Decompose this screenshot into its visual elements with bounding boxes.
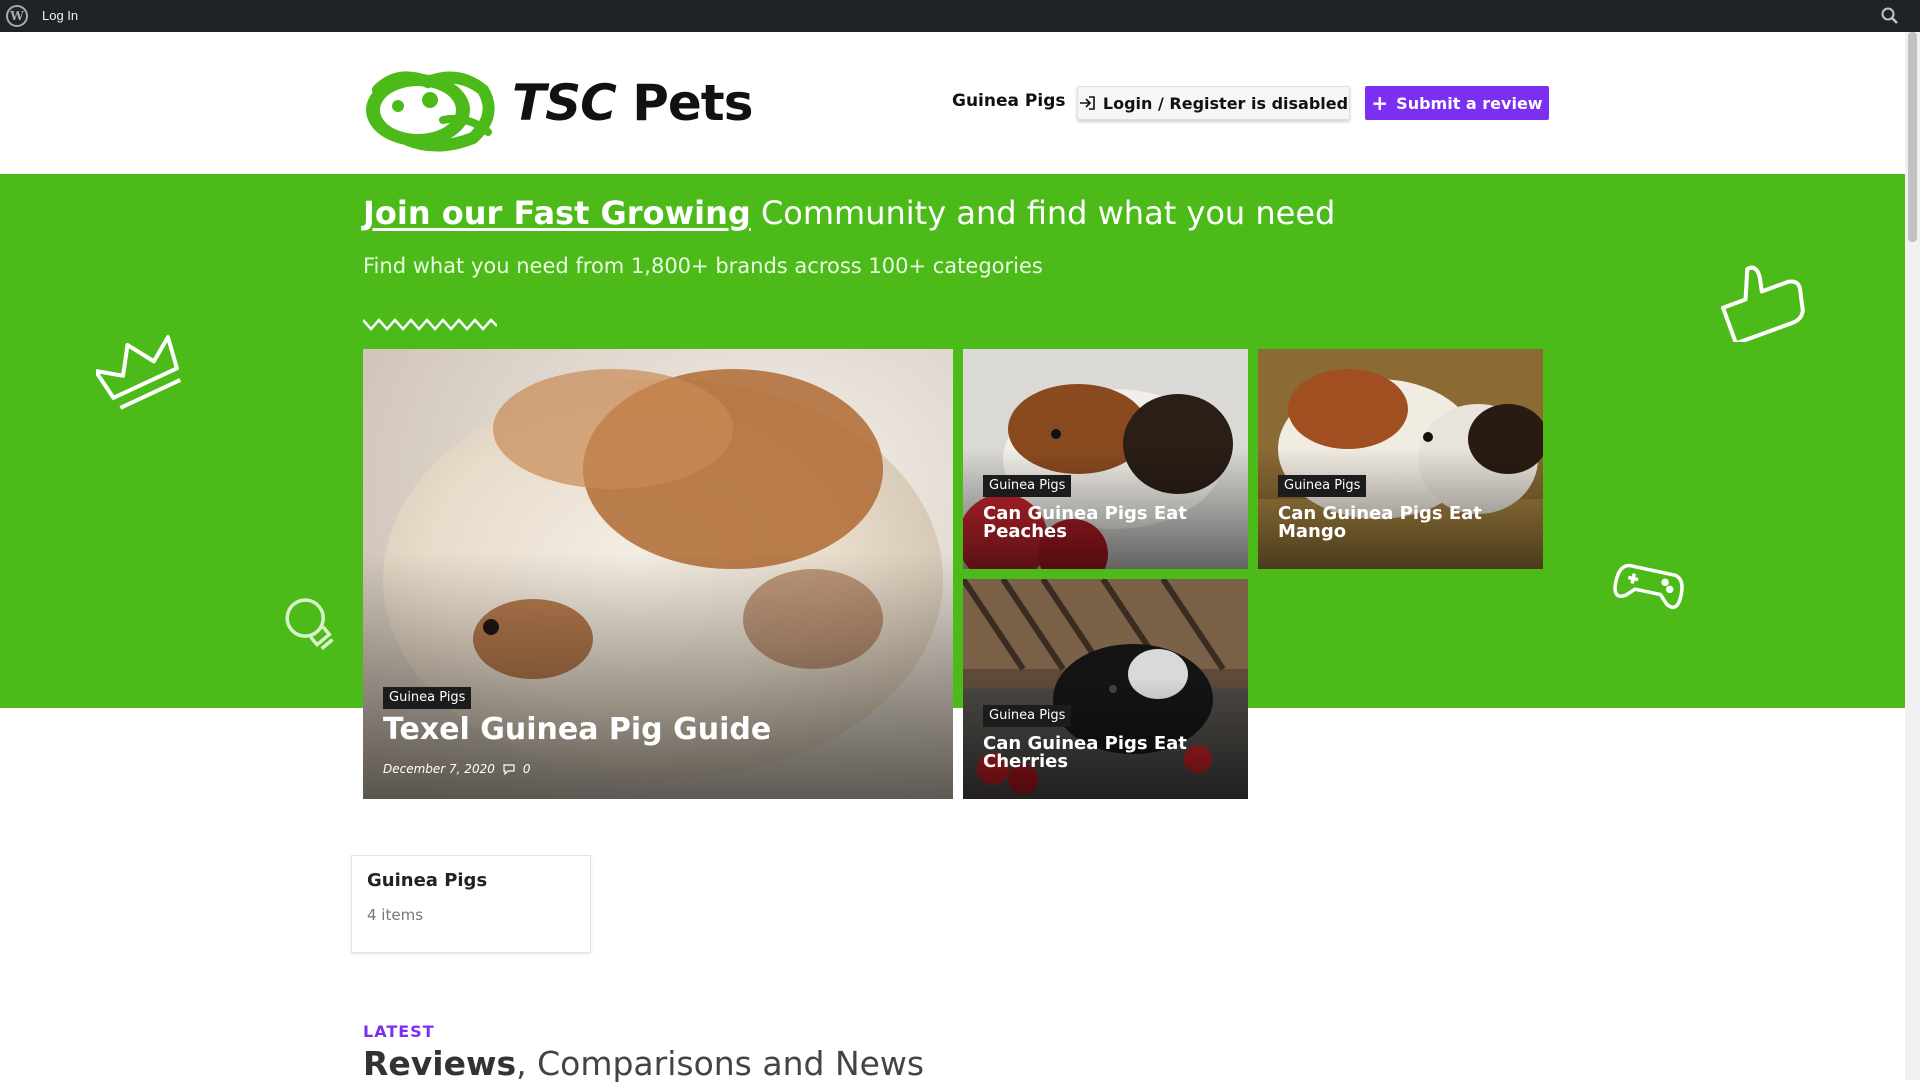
scrollbar-thumb[interactable]	[1908, 32, 1917, 242]
category-box[interactable]: Guinea Pigs 4 items	[351, 855, 591, 953]
featured-card-mango[interactable]: Guinea Pigs Can Guinea Pigs Eat Mango	[1258, 349, 1543, 569]
category-tag[interactable]: Guinea Pigs	[983, 705, 1072, 727]
mango-title[interactable]: Can Guinea Pigs Eat Mango	[1278, 504, 1528, 542]
bulb-icon	[285, 598, 334, 650]
category-tag[interactable]: Guinea Pigs	[983, 475, 1072, 497]
comment-count: 0	[522, 762, 531, 776]
latest-label: LATEST	[363, 1022, 435, 1041]
cherries-title[interactable]: Can Guinea Pigs Eat Cherries	[983, 734, 1233, 772]
admin-login-link[interactable]: Log In	[42, 8, 78, 23]
peaches-title[interactable]: Can Guinea Pigs Eat Peaches	[983, 504, 1233, 542]
thumb-icon	[1721, 265, 1805, 342]
crown-icon	[96, 335, 182, 410]
zigzag-divider	[363, 318, 497, 331]
category-count: 4 items	[367, 906, 424, 924]
featured-card-cherries[interactable]: Guinea Pigs Can Guinea Pigs Eat Cherries	[963, 579, 1248, 799]
login-button-label: Login / Register is disabled	[1102, 93, 1349, 113]
comment-icon	[503, 763, 515, 775]
gamepad-icon	[1613, 563, 1684, 610]
featured-card-texel[interactable]: Guinea Pigs Texel Guinea Pig Guide Decem…	[363, 349, 953, 799]
site-header: TSC Pets Guinea Pigs Login / Register is…	[0, 32, 1905, 174]
hero-subtitle: Find what you need from 1,800+ brands ac…	[363, 254, 1043, 278]
featured-title[interactable]: Texel Guinea Pig Guide	[383, 714, 771, 746]
latest-heading: Reviews, Comparisons and News	[363, 1044, 925, 1083]
login-icon	[1079, 96, 1095, 110]
nav-guinea-pigs[interactable]: Guinea Pigs	[952, 91, 1065, 111]
post-meta: December 7, 2020 0	[383, 762, 530, 776]
category-tag[interactable]: Guinea Pigs	[383, 687, 472, 709]
wordpress-icon[interactable]: W	[6, 5, 28, 27]
admin-bar: W Log In	[0, 0, 1920, 32]
login-register-button[interactable]: Login / Register is disabled	[1077, 86, 1350, 120]
post-date: December 7, 2020	[383, 762, 495, 776]
category-name[interactable]: Guinea Pigs	[367, 870, 487, 891]
submit-button-label: Submit a review	[1396, 93, 1543, 113]
category-tag[interactable]: Guinea Pigs	[1278, 475, 1367, 497]
plus-icon: +	[1371, 91, 1389, 115]
search-icon[interactable]	[1880, 6, 1900, 26]
submit-review-button[interactable]: + Submit a review	[1365, 86, 1549, 120]
site-logo-text[interactable]: TSC Pets	[512, 74, 753, 132]
logo-pet-icon[interactable]	[358, 60, 508, 154]
hero-title: Join our Fast Growing Community and find…	[363, 194, 1336, 232]
hero-title-link[interactable]: Join our Fast Growing	[363, 194, 751, 232]
featured-card-peaches[interactable]: Guinea Pigs Can Guinea Pigs Eat Peaches	[963, 349, 1248, 569]
